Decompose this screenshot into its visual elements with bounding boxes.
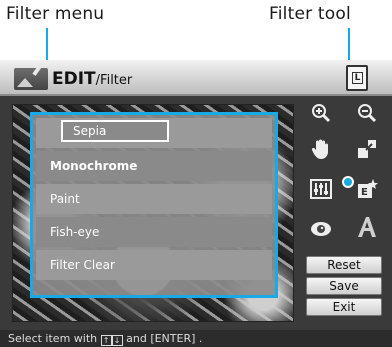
- menu-item-paint[interactable]: Paint: [36, 184, 272, 214]
- status-text-before: Select item with: [8, 332, 101, 345]
- status-bar: Select item with ↑ ↓ and [ENTER] .: [0, 330, 392, 347]
- filter-menu: Sepia Monochrome Paint Fish-eye Filter C…: [30, 112, 278, 298]
- reset-button[interactable]: Reset: [306, 256, 382, 274]
- filter-effect-icon[interactable]: E: [354, 176, 380, 202]
- red-eye-icon[interactable]: [308, 216, 334, 242]
- down-arrow-key-icon: ↓: [111, 335, 123, 346]
- title-bar: EDIT/Filter L: [0, 60, 392, 96]
- filter-tool-callout: Filter tool: [269, 4, 351, 24]
- zoom-in-icon[interactable]: [308, 100, 334, 126]
- title-sub: Filter: [100, 73, 133, 88]
- tool-palette: E: [300, 100, 392, 250]
- adjust-sliders-icon[interactable]: [308, 176, 334, 202]
- filter-menu-callout: Filter menu: [6, 4, 105, 24]
- menu-item-fish-eye[interactable]: Fish-eye: [36, 217, 272, 247]
- edit-photo-icon: [14, 62, 48, 90]
- print-size-label: L: [352, 72, 363, 84]
- status-text-after: and [ENTER] .: [122, 332, 203, 345]
- text-style-icon[interactable]: [354, 214, 380, 240]
- up-arrow-key-icon: ↑: [100, 335, 112, 346]
- print-size-icon[interactable]: L: [346, 65, 368, 91]
- exit-button[interactable]: Exit: [306, 298, 382, 316]
- menu-item-sepia[interactable]: Sepia: [61, 120, 169, 142]
- page-title: EDIT/Filter: [52, 69, 132, 89]
- resize-icon[interactable]: [354, 136, 380, 162]
- zoom-out-icon[interactable]: [354, 100, 380, 126]
- filter-tool-leader-dot: [342, 176, 354, 188]
- menu-item-monochrome[interactable]: Monochrome: [36, 151, 272, 181]
- svg-text:E: E: [361, 187, 368, 198]
- hand-icon[interactable]: [308, 136, 334, 162]
- save-button[interactable]: Save: [306, 277, 382, 295]
- edit-screen: EDIT/Filter L Sepia Monochrome Paint Fis…: [0, 60, 392, 347]
- menu-item-filter-clear[interactable]: Filter Clear: [36, 250, 272, 280]
- title-main: EDIT: [52, 69, 96, 89]
